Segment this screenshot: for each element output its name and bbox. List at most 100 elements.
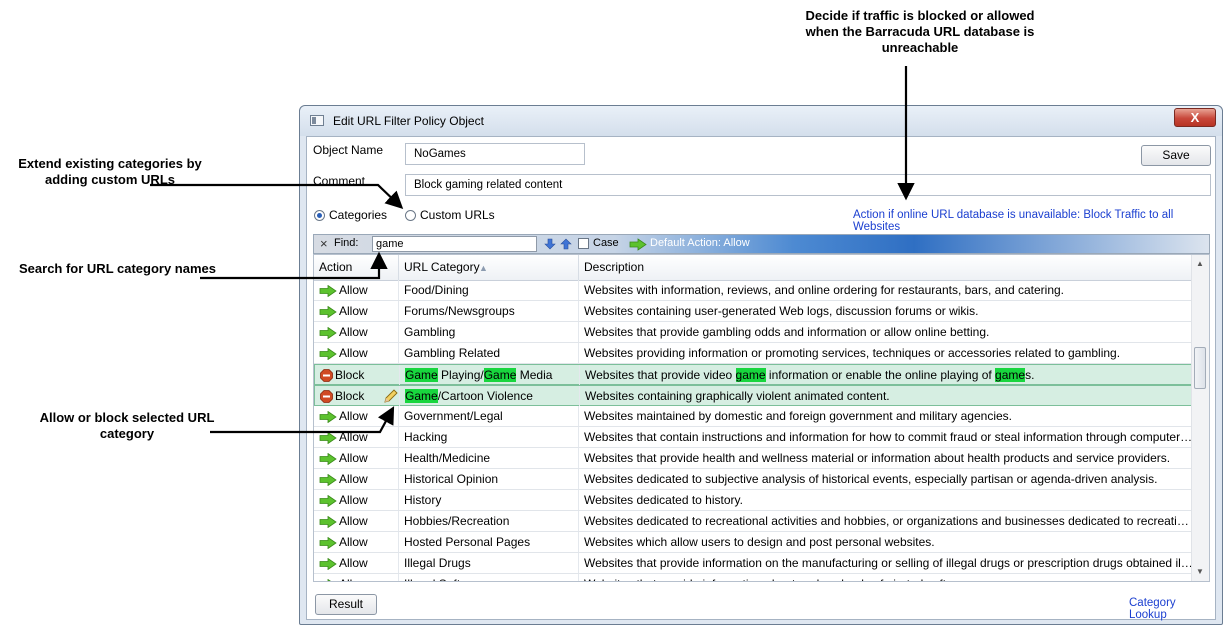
find-label: Find:	[334, 237, 359, 249]
edit-pencil-icon[interactable]	[383, 388, 399, 404]
action-cell[interactable]: Allow	[314, 301, 399, 321]
window-title: Edit URL Filter Policy Object	[333, 114, 484, 128]
window-icon	[310, 115, 324, 126]
scroll-down-icon[interactable]: ▼	[1196, 567, 1204, 576]
action-label: Allow	[339, 577, 368, 581]
table-row[interactable]: Allow Illegal SoftwareWebsites that provi…	[314, 574, 1194, 581]
table-row[interactable]: Allow History Websites dedicated to histor…	[314, 490, 1194, 511]
allow-arrow-icon	[319, 452, 337, 465]
table-row[interactable]: Allow Illegal Drugs Websites that provide …	[314, 553, 1194, 574]
scrollbar-thumb[interactable]	[1194, 347, 1206, 389]
table-row[interactable]: Allow Forums/Newsgroups Websites containin…	[314, 301, 1194, 322]
allow-arrow-icon	[319, 536, 337, 549]
table-row[interactable]: Allow Gambling Related Websites providing …	[314, 343, 1194, 364]
header-action[interactable]: Action	[314, 255, 399, 280]
block-stop-icon	[320, 369, 333, 383]
table-row[interactable]: Allow Hacking Websites that contain instru…	[314, 427, 1194, 448]
action-cell[interactable]: Allow	[314, 574, 399, 581]
categories-radio-label[interactable]: Categories	[329, 208, 387, 222]
db-unavailable-action-link[interactable]: Action if online URL database is unavail…	[853, 209, 1215, 233]
url-category-cell: Hacking	[399, 427, 579, 447]
annotation-search: Search for URL category names	[19, 261, 216, 276]
close-button[interactable]: X	[1174, 108, 1216, 127]
action-cell[interactable]: Allow	[314, 280, 399, 300]
action-label: Block	[335, 389, 365, 403]
dialog-body: Object Name NoGames Save Comment Block g…	[306, 136, 1216, 621]
description-cell: Websites that provide information about …	[579, 574, 1194, 581]
action-cell[interactable]: Block	[315, 365, 400, 385]
table-row[interactable]: Allow Food/Dining Websites with informatio…	[314, 280, 1194, 301]
action-label: Allow	[339, 493, 368, 507]
find-close-icon[interactable]: ×	[320, 236, 328, 251]
header-url-category-label: URL Category	[404, 260, 480, 274]
action-label: Allow	[339, 451, 368, 465]
table-row[interactable]: Block Game/Cartoon Violence Websites conta…	[314, 385, 1195, 406]
description-cell: Websites dedicated to history.	[579, 490, 1194, 510]
url-category-cell: Hobbies/Recreation	[399, 511, 579, 531]
action-cell[interactable]: Allow	[314, 532, 399, 552]
action-label: Allow	[339, 556, 368, 570]
description-cell: Websites that provide information on the…	[579, 553, 1194, 573]
comment-field[interactable]: Block gaming related content	[405, 174, 1211, 196]
case-checkbox[interactable]	[578, 238, 589, 249]
case-label: Case	[593, 237, 619, 249]
action-cell[interactable]: Allow	[314, 469, 399, 489]
url-category-cell: Health/Medicine	[399, 448, 579, 468]
url-category-cell: History	[399, 490, 579, 510]
url-category-cell: Gambling	[399, 322, 579, 342]
search-match-highlight: Game	[405, 389, 438, 403]
search-match-highlight: Game	[483, 368, 517, 382]
action-cell[interactable]: Allow	[314, 343, 399, 363]
table-body: Allow Food/Dining Websites with informatio…	[314, 280, 1195, 581]
edit-url-filter-window: Edit URL Filter Policy Object X Object N…	[299, 105, 1223, 625]
action-label: Allow	[339, 430, 368, 444]
scroll-up-icon[interactable]: ▲	[1196, 259, 1204, 268]
action-cell[interactable]: Allow	[314, 427, 399, 447]
search-match-highlight: game	[995, 368, 1026, 382]
sort-ascending-icon: ▲	[479, 263, 488, 273]
action-cell[interactable]: Allow	[314, 406, 399, 426]
action-cell[interactable]: Allow	[314, 511, 399, 531]
description-cell: Websites containing user-generated Web l…	[579, 301, 1194, 321]
allow-arrow-icon	[319, 410, 337, 423]
table-row[interactable]: Allow Historical Opinion Websites dedicate…	[314, 469, 1194, 490]
action-label: Allow	[339, 283, 368, 297]
custom-urls-radio[interactable]	[405, 210, 416, 221]
description-cell: Websites that provide health and wellnes…	[579, 448, 1194, 468]
object-name-field[interactable]: NoGames	[405, 143, 585, 165]
result-button[interactable]: Result	[315, 594, 377, 615]
action-cell[interactable]: Allow	[314, 448, 399, 468]
allow-arrow-icon	[319, 326, 337, 339]
header-description[interactable]: Description	[579, 255, 1194, 280]
find-input[interactable]: game	[372, 236, 537, 252]
action-cell[interactable]: Allow	[314, 322, 399, 342]
allow-arrow-icon	[319, 347, 337, 360]
custom-urls-radio-label[interactable]: Custom URLs	[420, 208, 495, 222]
url-category-table: Action URL Category ▲ Description Allow F…	[313, 254, 1210, 582]
action-label: Allow	[339, 346, 368, 360]
table-row[interactable]: Allow Hosted Personal Pages Websites which…	[314, 532, 1194, 553]
table-row[interactable]: Allow Hobbies/Recreation Websites dedicate…	[314, 511, 1194, 532]
table-row[interactable]: Allow Gambling Websites that provide gambl…	[314, 322, 1194, 343]
allow-arrow-icon	[319, 473, 337, 486]
find-next-icon[interactable]	[544, 238, 556, 250]
default-action-label[interactable]: Default Action: Allow	[650, 237, 750, 249]
action-label: Allow	[339, 325, 368, 339]
table-row[interactable]: Allow Health/Medicine Websites that provid…	[314, 448, 1194, 469]
categories-radio[interactable]	[314, 210, 325, 221]
table-row[interactable]: Allow Government/Legal Websites maintained…	[314, 406, 1194, 427]
default-action-arrow-icon	[629, 238, 647, 251]
description-cell: Websites providing information or promot…	[579, 343, 1194, 363]
title-bar: Edit URL Filter Policy Object X	[300, 106, 1222, 136]
action-cell[interactable]: Block	[315, 386, 400, 406]
action-cell[interactable]: Allow	[314, 490, 399, 510]
description-cell: Websites dedicated to subjective analysi…	[579, 469, 1194, 489]
save-button[interactable]: Save	[1141, 145, 1211, 166]
vertical-scrollbar[interactable]: ▲ ▼	[1191, 255, 1209, 581]
find-previous-icon[interactable]	[560, 238, 572, 250]
description-cell: Websites that provide gambling odds and …	[579, 322, 1194, 342]
header-url-category[interactable]: URL Category ▲	[399, 255, 579, 280]
table-row[interactable]: Block Game Playing/Game Media Websites tha…	[314, 364, 1195, 385]
action-cell[interactable]: Allow	[314, 553, 399, 573]
category-lookup-link[interactable]: Category Lookup	[1129, 597, 1215, 621]
